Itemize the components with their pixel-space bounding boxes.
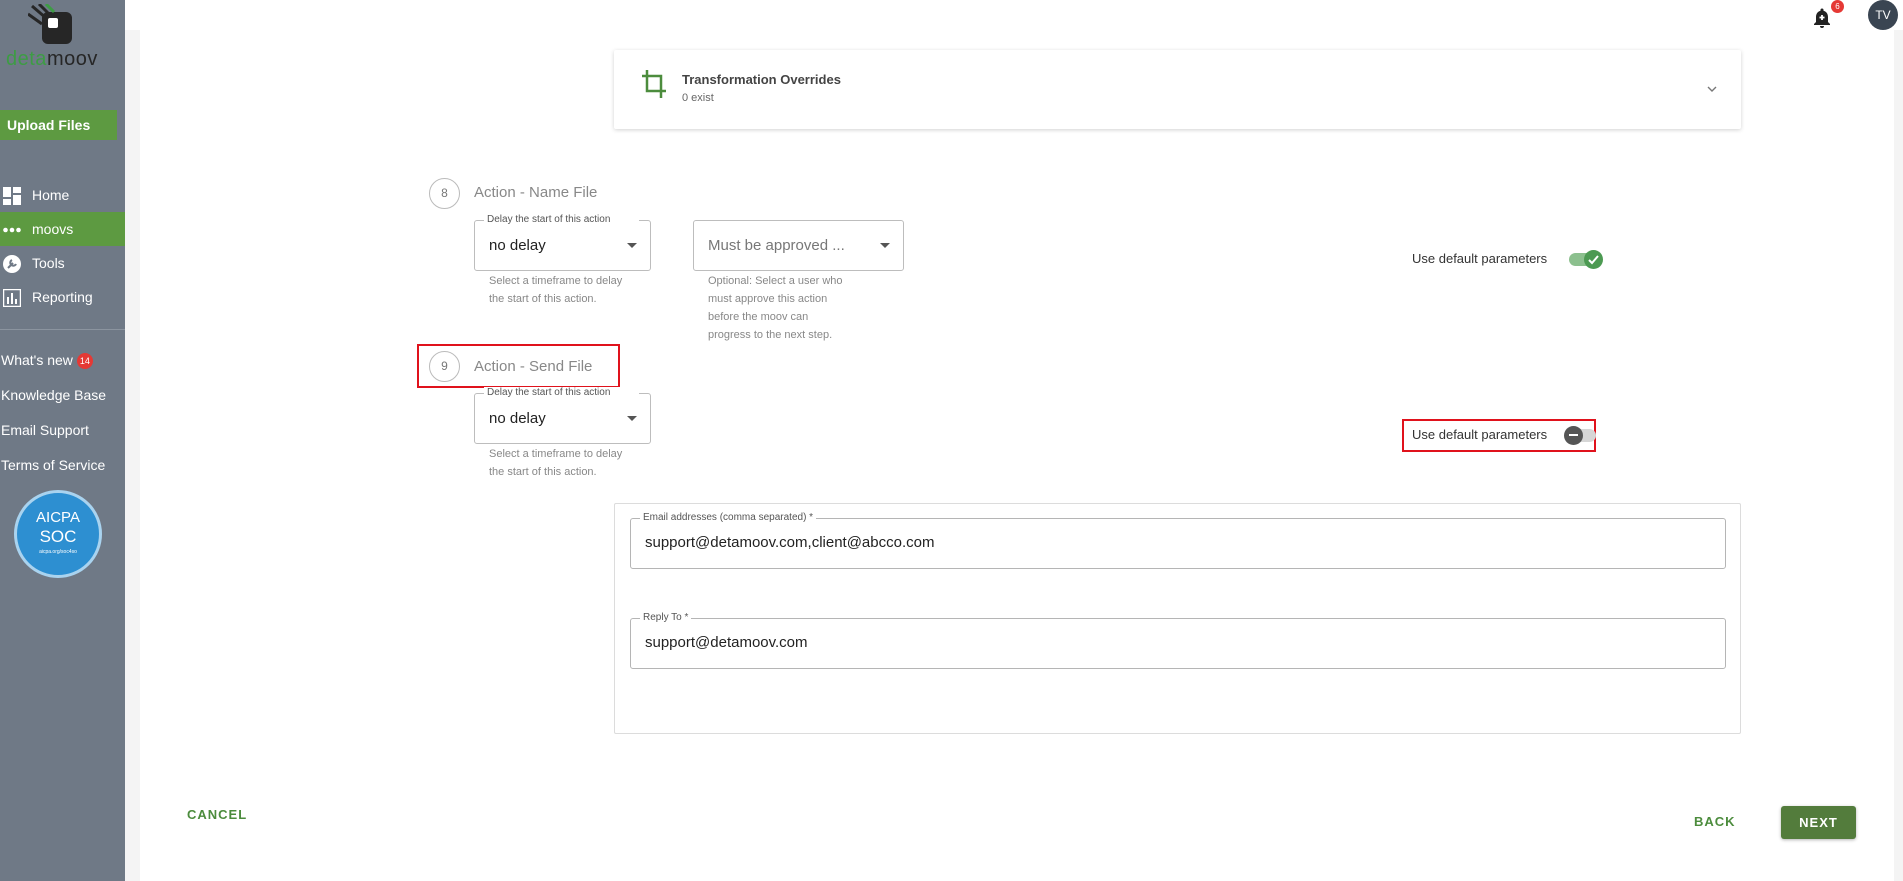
sidebar: detamoov Upload Files Home moovs Tools R… [0, 0, 125, 881]
sidebar-divider [0, 329, 125, 330]
logo-wordmark: detamoov [6, 48, 98, 71]
crop-icon [642, 70, 666, 98]
step-9-delay-helper: Select a timeframe to delay the start of… [489, 445, 622, 481]
minus-icon [1569, 434, 1578, 436]
step-8-delay-helper: Select a timeframe to delay the start of… [489, 272, 622, 308]
whats-new-label: What's new [1, 352, 73, 368]
avatar[interactable]: TV [1868, 0, 1898, 30]
bell-icon[interactable] [1810, 6, 1834, 30]
soc-badge-line1: AICPA [36, 509, 80, 526]
approval-select-value: Must be approved ... [708, 237, 845, 254]
delay-select-legend: Delay the start of this action [484, 214, 639, 225]
chevron-down-icon[interactable] [1707, 84, 1717, 94]
dots-icon [3, 227, 21, 233]
reply-to-value: support@detamoov.com [645, 634, 808, 651]
step-8-number: 8 [429, 178, 460, 209]
email-addresses-field[interactable]: Email addresses (comma separated) * supp… [630, 512, 1726, 569]
approval-helper-line: progress to the next step. [708, 329, 833, 341]
sidebar-links: What's new 14 Knowledge Base Email Suppor… [0, 348, 125, 488]
main-panel: Transformation Overrides 0 exist 8 Actio… [140, 30, 1894, 881]
dropdown-caret-icon [627, 416, 637, 421]
delay-select-legend: Delay the start of this action [484, 387, 639, 398]
card-title: Transformation Overrides [682, 72, 841, 87]
step-8-default-params-label: Use default parameters [1412, 251, 1548, 266]
step-8-delay-select[interactable]: Delay the start of this action no delay [474, 214, 651, 271]
notification-badge: 6 [1831, 0, 1844, 13]
step-9-title: Action - Send File [474, 358, 593, 375]
whats-new-badge: 14 [76, 353, 93, 369]
logo[interactable]: detamoov [0, 0, 125, 75]
bar-chart-icon [3, 289, 21, 307]
reply-to-legend: Reply To * [640, 612, 692, 623]
next-button[interactable]: NEXT [1781, 806, 1856, 839]
back-button[interactable]: BACK [1694, 814, 1736, 829]
upload-files-button[interactable]: Upload Files [0, 110, 117, 140]
sidebar-item-label: Reporting [32, 289, 93, 305]
card-subtitle: 0 exist [682, 92, 714, 104]
cancel-button[interactable]: CANCEL [187, 807, 247, 822]
sidebar-nav: Home moovs Tools Reporting [0, 178, 125, 314]
delay-helper-line: the start of this action. [489, 293, 597, 305]
step-8-title: Action - Name File [474, 184, 598, 201]
delay-select-value: no delay [489, 410, 546, 427]
logo-text-moov: moov [46, 48, 98, 70]
step-8-default-params-toggle[interactable] [1569, 250, 1603, 269]
delay-helper-line: Select a timeframe to delay [489, 275, 623, 287]
step-9-default-params-label: Use default parameters [1412, 427, 1548, 442]
email-support-link[interactable]: Email Support [0, 418, 125, 453]
terms-of-service-link[interactable]: Terms of Service [0, 453, 125, 488]
step-8-approval-select[interactable]: Must be approved ... [693, 220, 904, 271]
approval-helper-line: Optional: Select a user who [708, 275, 843, 287]
aicpa-soc-badge: AICPA SOC aicpa.org/soc4so [14, 490, 102, 578]
sidebar-item-reporting[interactable]: Reporting [0, 280, 125, 314]
dropdown-caret-icon [627, 243, 637, 248]
step-8-approval-helper: Optional: Select a user who must approve… [708, 272, 843, 344]
email-field-legend: Email addresses (comma separated) * [640, 512, 817, 523]
wrench-icon [3, 255, 21, 273]
sidebar-item-home[interactable]: Home [0, 178, 125, 212]
logo-mark-icon [28, 4, 72, 44]
transformation-overrides-card[interactable]: Transformation Overrides 0 exist [614, 50, 1741, 129]
step-9-delay-select[interactable]: Delay the start of this action no delay [474, 387, 651, 444]
sidebar-item-moovs[interactable]: moovs [0, 212, 125, 246]
reply-to-field[interactable]: Reply To * support@detamoov.com [630, 612, 1726, 669]
sidebar-item-label: moovs [32, 221, 74, 237]
check-icon [1588, 255, 1599, 265]
sidebar-item-label: Tools [32, 255, 65, 271]
delay-helper-line: Select a timeframe to delay [489, 448, 623, 460]
top-bar [125, 0, 1903, 30]
email-field-value: support@detamoov.com,client@abcco.com [645, 534, 935, 551]
dropdown-caret-icon [880, 243, 890, 248]
toggle-thumb [1584, 250, 1603, 269]
soc-badge-line3: aicpa.org/soc4so [39, 549, 77, 555]
logo-text-deta: deta [6, 48, 47, 70]
approval-helper-line: before the moov can [708, 311, 809, 323]
whats-new-link[interactable]: What's new 14 [0, 348, 125, 383]
knowledge-base-link[interactable]: Knowledge Base [0, 383, 125, 418]
delay-helper-line: the start of this action. [489, 466, 597, 478]
sidebar-item-tools[interactable]: Tools [0, 246, 125, 280]
dashboard-icon [3, 187, 21, 205]
sidebar-item-label: Home [32, 187, 70, 203]
step-9-default-params-toggle[interactable] [1564, 426, 1596, 445]
step-9-number: 9 [429, 351, 460, 382]
delay-select-value: no delay [489, 237, 546, 254]
send-file-parameters-panel: Email addresses (comma separated) * supp… [614, 503, 1741, 734]
approval-helper-line: must approve this action [708, 293, 828, 305]
soc-badge-line2: SOC [39, 527, 77, 546]
